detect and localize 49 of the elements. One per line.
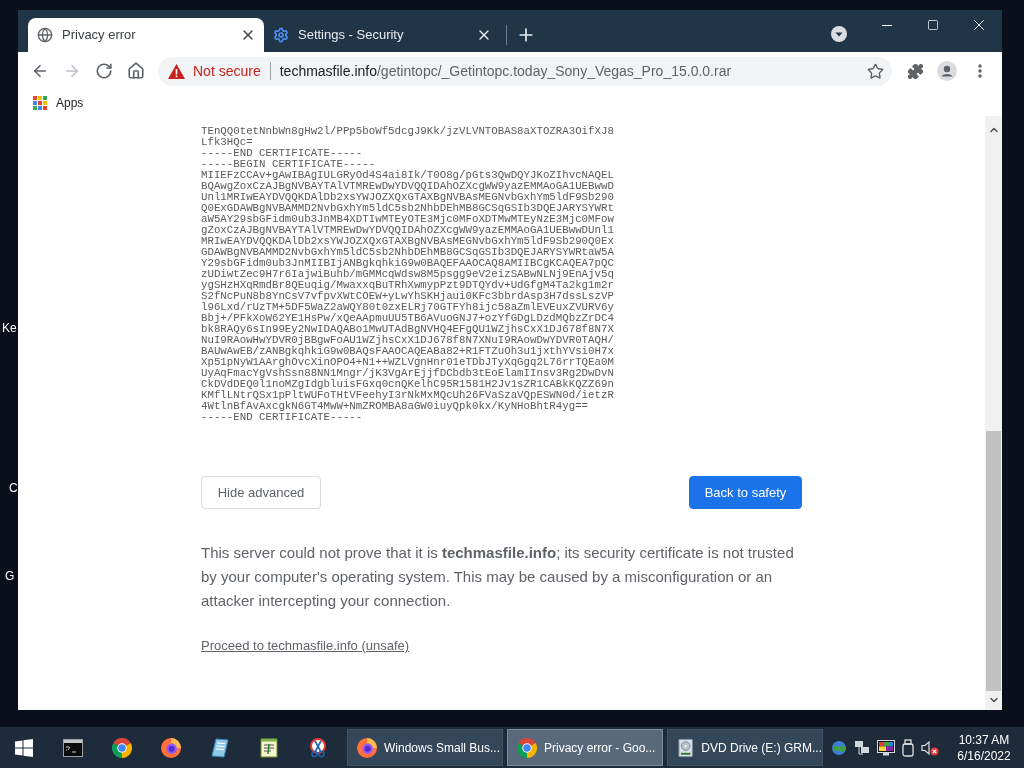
puzzle-icon <box>906 62 924 80</box>
globe-icon <box>37 27 53 43</box>
scissors-icon <box>307 737 328 758</box>
network-computers-icon[interactable] <box>854 739 870 756</box>
speaker-muted-icon[interactable] <box>921 739 939 756</box>
minimize-icon <box>882 24 892 26</box>
firefox-icon <box>357 737 377 758</box>
taskbar-window-button[interactable]: DVD Drive (E:) GRM... <box>667 729 823 766</box>
firefox-icon <box>160 737 181 758</box>
usb-drive-icon[interactable] <box>902 738 914 757</box>
chrome-icon <box>111 737 132 758</box>
chrome-icon <box>517 737 537 758</box>
url-text: techmasfile.info/getintopc/_Getintopc.today_Sony_Vegas_Pro_15.0.0.rar <box>279 61 733 81</box>
address-bar[interactable]: Not secure techmasfile.info/getintopc/_Getintopc.today_Sony_Vegas_Pro_15.0.0.rar <box>158 56 892 86</box>
warning-icon <box>168 63 185 79</box>
dropdown-icon[interactable] <box>831 26 847 42</box>
hide-advanced-button[interactable]: Hide advanced <box>201 476 321 509</box>
notepad-icon <box>259 737 278 758</box>
document-icon <box>209 737 230 758</box>
maximize-icon <box>927 19 939 31</box>
scrollbar-thumb[interactable] <box>986 431 1001 691</box>
proceed-link[interactable]: Proceed to techmasfile.info (unsafe) <box>201 636 410 656</box>
desktop-icon-label: G <box>5 569 15 583</box>
bookmark-star-icon[interactable] <box>867 62 884 80</box>
browser-tab[interactable]: Settings - Security <box>264 18 500 52</box>
terminal-icon <box>62 738 83 757</box>
windows-logo-icon <box>15 738 33 757</box>
menu-icon <box>978 64 982 78</box>
explanation-text: This server could not prove that it is techmasfile.info; its security certificate is not trusted by your computer's operating system. This may be caused by a misconfiguration or an attacker intercepting your connection. <box>201 543 795 611</box>
taskbar-window-button[interactable]: Windows Small Bus... <box>347 729 503 766</box>
gear-icon <box>273 27 289 43</box>
desktop-icon-label: Ke <box>2 321 17 335</box>
display-icon[interactable] <box>877 739 895 756</box>
certificate-text: TEnQQ0tetNnbWn8gHw2l/PPp5boWf5dcgJ9Kk/jzVLVNTOBAS8aXTOZRA3OifXJ8 Lfk3HQc= -----END CERTIFICATE----- -----BEGIN CERTIFICATE----- MIIEFzCCAv+gAwIBAgIULGRyOd4S4ai8Ik/T0O8g/pGts3QwDQYJKoZIhvcNAQEL BQAwgZoxCzAJBgNVBAYTAlVTMREwDwYDVQQIDAhOZXcgWW9yazEMMAoGA1UEBwwD Unl1MRIwEAYDVQQKDAlDb2xsYWJOZXQxGTAXBgNVBAsMEGNvbGxhYm5ldF9Sb290 Q0ExGDAWBgNVBAMMD2NvbGxhYm5ldC5sb2NhbDEhMB8GCSqGSIb3DQEJARYSYWRt aW5AY29sbGFidm0ub3JnMB4XDTIwMTEyOTE3Mjc0MFoXDTMwMTEyNzE3Mjc0MFow gZoxCzAJBgNVBAYTAlVTMREwDwYDVQQIDAhOZXcgWW9yazEMMAoGA1UEBwwDUnl1 MRIwEAYDVQQKDAlDb2xsYWJOZXQxGTAXBgNVBAsMEGNvbGxhYm5ldF9Sb290Q0Ex GDAWBgNVBAMMD2NvbGxhYm5ldC5sb2NhbDEhMB8GCSqGSIb3DQEJARYSYWRtaW5A Y29sbGFidm0ub3JnMIIBIjANBgkqhkiG9w0BAQEFAAOCAQ8AMIIBCgKCAQEA7pQC zUDiwtZec9H7r6IajwiBuhb/mGMMcqWdsw8M5psgg9eV2eizSABwNLNj9EnAjv5q ygSHzHXqRmdBr8QEuqig/MwaxxqBuTRhXwmypPzt9DTQYdv+UdGfgM4Ta2kg1m2r S2fNcPuN8b8YnCsV7vfpvXWtCOEW+yLwYhSKHjaui0KFc3bbrdAsp3H7dssLszVP l96Lxd/rUzTM+5DF5WaZ2aWQY80t0zxELRj70GTFYh8ijc58aZmlEVEuxZVURV6y Bbj+/PFkXoW62YE1HsPw/xQeAApmuUU5TB6AVuoGNJ7+ozYfGDgLDzdMQbzZrDC4 bk8RAQy6sIn99Ey2NwIDAQABo1MwUTAdBgNVHQ4EFgQU1WZjhsCxX1DJ678f8N7X NuI9RAowHwYDVR0jBBgwFoAU1WZjhsCxX1DJ678f8N7XNuI9RAowDwYDVR0TAQH/ BAUwAwEB/zANBgkqhkiG9w0BAQsFAAOCAQEABa82+R1FTZuOh3u1jxthYVsi0H7x Xp51pNyW1AArghOvcXinOPO4+N1++WZLVgnHnr01eTDbJTyXqGgq2L76rrTQEa0M UyAqFmacYgVshSsn88NN1Mngr/jK3VgArEjjfDCbdb3tEoElamIInsv3Rg2DwDvN CkDVdDEQ0l1noMZgIdgbluisFGxq0cnQKelhC95R1581H2Jv1sZR1CABkKQZZ69n KMflLNtrQSx1pPltWUFoTHtVFeehyI3rNkMxMQcUh26FVaSzaVQpESWN0d/ietzR 4WtlnBfAvAxcgkN6GT4MwW+NmZROMBA8aGW0iuyQpk0kx/KyNHoBhtR4yg== -----END CERTIFICATE----- <box>201 126 615 423</box>
forward-arrow-icon <box>63 62 81 80</box>
apps-grid-icon <box>33 96 47 110</box>
scrollbar[interactable] <box>985 116 1002 710</box>
home-icon <box>127 62 145 80</box>
clock[interactable]: 10:37 AM 6/16/2022 <box>953 731 1015 764</box>
avatar-icon <box>937 61 957 81</box>
bookmark-item[interactable]: Apps <box>33 92 84 114</box>
back-to-safety-button[interactable]: Back to safety <box>689 476 802 509</box>
taskbar-window-button[interactable]: Privacy error - Goo... <box>507 729 663 766</box>
security-status[interactable]: Not secure <box>193 60 261 82</box>
network-globe-icon[interactable] <box>831 739 847 756</box>
desktop-icon-label: C <box>9 481 18 495</box>
browser-tab[interactable]: Privacy error <box>28 18 264 52</box>
reload-icon <box>95 62 113 80</box>
disc-drive-icon <box>677 737 695 758</box>
